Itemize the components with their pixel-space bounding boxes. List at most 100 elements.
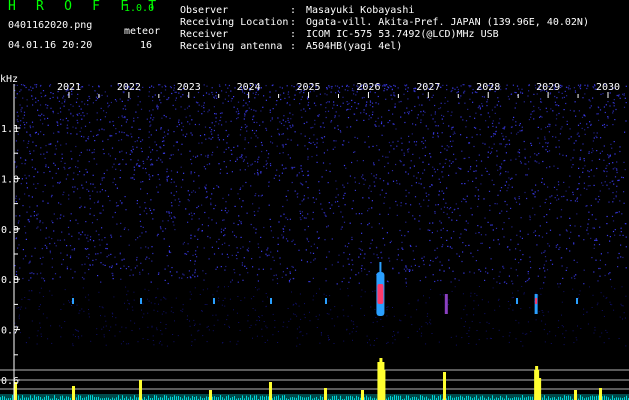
noise-dot xyxy=(24,174,26,176)
noise-dot xyxy=(76,98,78,100)
noise-dot xyxy=(588,151,590,153)
noise-dot xyxy=(515,124,517,126)
noise-dot xyxy=(360,267,363,270)
noise-dot xyxy=(499,166,501,168)
noise-dot xyxy=(173,216,175,218)
noise-dot xyxy=(244,139,246,141)
noise-dot xyxy=(273,177,275,179)
noise-dot xyxy=(273,259,275,262)
noise-dot xyxy=(288,280,291,282)
noise-dot xyxy=(282,326,284,328)
noise-dot xyxy=(575,115,577,117)
noise-dot xyxy=(271,84,273,87)
noise-dot xyxy=(132,146,134,148)
noise-dot xyxy=(442,84,444,86)
noise-dot xyxy=(40,131,42,133)
noise-dot xyxy=(190,212,192,214)
noise-dot xyxy=(223,161,225,163)
noise-dot xyxy=(75,336,76,337)
noise-dot xyxy=(152,96,154,98)
noise-dot xyxy=(260,141,263,144)
noise-dot xyxy=(85,248,87,250)
noise-dot xyxy=(375,120,377,122)
noise-dot xyxy=(475,186,477,189)
noise-dot xyxy=(20,157,22,159)
faint-echo xyxy=(72,298,74,304)
noise-dot xyxy=(339,130,341,132)
noise-dot xyxy=(73,172,75,174)
noise-dot xyxy=(164,279,166,281)
noise-dot xyxy=(438,341,440,343)
noise-dot xyxy=(414,196,417,198)
noise-dot xyxy=(607,154,609,156)
noise-dot xyxy=(615,108,617,111)
noise-dot xyxy=(258,246,260,249)
noise-dot xyxy=(492,135,494,137)
noise-dot xyxy=(488,146,490,148)
noise-dot xyxy=(365,105,367,107)
noise-dot xyxy=(194,235,196,237)
noise-dot xyxy=(383,180,385,182)
noise-dot xyxy=(175,108,177,110)
noise-dot xyxy=(191,119,193,121)
noise-dot xyxy=(562,116,564,118)
noise-dot xyxy=(87,248,89,250)
noise-dot xyxy=(207,154,209,156)
noise-dot xyxy=(200,154,202,156)
noise-dot xyxy=(479,134,481,136)
noise-dot xyxy=(194,339,196,341)
noise-dot xyxy=(318,181,320,183)
noise-dot xyxy=(490,258,492,260)
noise-dot xyxy=(180,186,182,188)
noise-dot xyxy=(85,221,87,223)
noise-dot xyxy=(407,87,409,89)
amplitude-spike xyxy=(443,372,446,400)
noise-dot xyxy=(89,213,91,215)
noise-dot xyxy=(377,103,380,105)
noise-dot xyxy=(530,101,532,103)
noise-dot xyxy=(29,153,31,155)
noise-dot xyxy=(296,303,297,305)
noise-dot xyxy=(184,108,186,110)
noise-dot xyxy=(337,261,339,263)
noise-dot xyxy=(163,152,166,154)
noise-dot xyxy=(101,128,103,130)
noise-dot xyxy=(623,312,625,314)
baseline-tick xyxy=(234,396,235,400)
noise-dot xyxy=(271,117,273,119)
noise-dot xyxy=(603,315,605,317)
noise-dot xyxy=(39,221,41,223)
noise-dot xyxy=(173,84,175,86)
noise-dot xyxy=(401,149,403,151)
noise-dot xyxy=(307,170,309,172)
noise-dot xyxy=(219,119,221,122)
noise-dot xyxy=(265,306,267,308)
noise-dot xyxy=(281,172,283,174)
noise-dot xyxy=(364,291,366,293)
noise-dot xyxy=(446,187,448,189)
noise-dot xyxy=(328,300,330,302)
noise-dot xyxy=(348,281,350,283)
noise-dot xyxy=(508,308,510,310)
noise-dot xyxy=(342,309,344,311)
noise-dot xyxy=(419,280,421,282)
noise-dot xyxy=(569,109,571,111)
noise-dot xyxy=(455,172,457,174)
noise-dot xyxy=(126,308,128,310)
noise-dot xyxy=(237,340,239,342)
noise-dot xyxy=(589,286,590,288)
noise-dot xyxy=(120,222,122,224)
noise-dot xyxy=(544,136,546,138)
noise-dot xyxy=(215,121,217,123)
noise-dot xyxy=(358,282,360,284)
noise-dot xyxy=(549,125,551,127)
noise-dot xyxy=(556,189,558,191)
noise-dot xyxy=(17,121,19,123)
noise-dot xyxy=(212,151,214,153)
noise-dot xyxy=(579,176,581,178)
noise-dot xyxy=(386,309,388,311)
noise-dot xyxy=(48,143,50,145)
noise-dot xyxy=(149,176,151,178)
noise-dot xyxy=(160,128,162,130)
noise-dot xyxy=(182,273,184,275)
